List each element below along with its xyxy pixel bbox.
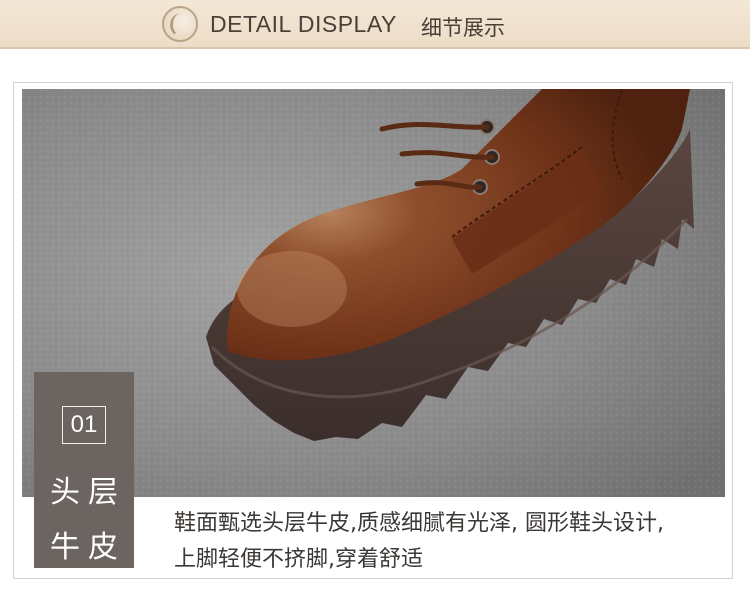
feature-label-line1: 头层	[50, 475, 126, 510]
description-line1: 鞋面甄选头层牛皮,质感细腻有光泽, 圆形鞋头设计,	[174, 511, 664, 536]
feature-label-line2: 牛皮	[50, 530, 126, 565]
header-divider	[0, 47, 750, 49]
ring-ornament-icon	[162, 6, 198, 42]
header-title-cn: 细节展示	[421, 16, 505, 40]
header-banner: DETAIL DISPLAY 细节展示	[0, 0, 750, 49]
description-line2: 上脚轻便不挤脚,穿着舒适	[174, 547, 423, 572]
feature-tag: 01 头层 牛皮	[34, 372, 134, 568]
header-title-en: DETAIL DISPLAY	[210, 11, 397, 37]
feature-number: 01	[62, 406, 106, 444]
feature-description: 鞋面甄选头层牛皮,质感细腻有光泽, 圆形鞋头设计, 上脚轻便不挤脚,穿着舒适	[174, 506, 734, 578]
